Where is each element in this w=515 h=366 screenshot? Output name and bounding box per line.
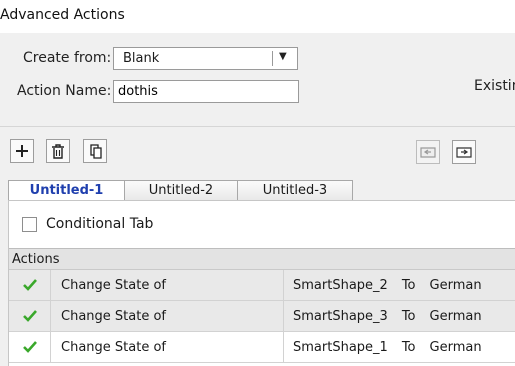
action-cell[interactable]: Change State of <box>51 270 284 300</box>
table-row[interactable]: Change State of SmartShape_2 To German <box>9 270 515 301</box>
check-icon <box>22 279 37 291</box>
copy-icon <box>89 143 102 159</box>
divider <box>0 126 515 127</box>
trash-icon <box>52 143 64 159</box>
plus-icon <box>16 145 28 157</box>
state-name: German <box>429 277 482 293</box>
to-keyword: To <box>401 277 416 293</box>
row-status <box>9 332 51 362</box>
to-keyword: To <box>401 339 416 355</box>
table-row[interactable]: Change State of SmartShape_1 To German <box>9 332 515 363</box>
export-icon <box>456 147 472 158</box>
window-title: Advanced Actions <box>0 7 125 23</box>
existing-actions-label: Existin <box>474 78 515 94</box>
chevron-down-icon[interactable]: ▼ <box>279 51 287 62</box>
delete-action-button[interactable] <box>46 139 70 163</box>
actions-header: Actions <box>9 248 515 270</box>
target-cell[interactable]: SmartShape_3 To German <box>284 301 515 331</box>
create-from-dropdown[interactable]: Blank ▼ <box>113 47 298 70</box>
action-name-label: Action Name: <box>17 83 112 99</box>
action-cell[interactable]: Change State of <box>51 332 284 362</box>
table-row[interactable]: Change State of SmartShape_3 To German <box>9 301 515 332</box>
tab-untitled-2[interactable]: Untitled-2 <box>124 180 238 201</box>
create-from-label: Create from: <box>23 50 112 66</box>
target-cell[interactable]: SmartShape_1 To German <box>284 332 515 362</box>
target-cell[interactable]: SmartShape_2 To German <box>284 270 515 300</box>
dropdown-separator <box>272 51 273 66</box>
row-status <box>9 301 51 331</box>
tab-untitled-1[interactable]: Untitled-1 <box>8 180 125 201</box>
add-action-button[interactable] <box>10 139 34 163</box>
check-icon <box>22 341 37 353</box>
to-keyword: To <box>401 308 416 324</box>
export-action-button[interactable] <box>452 140 476 164</box>
tab-untitled-3[interactable]: Untitled-3 <box>237 180 353 201</box>
create-from-value: Blank <box>123 51 160 66</box>
target-name: SmartShape_3 <box>293 308 388 324</box>
duplicate-action-button[interactable] <box>83 139 107 163</box>
state-name: German <box>429 308 482 324</box>
action-name-input[interactable] <box>113 80 299 103</box>
action-cell[interactable]: Change State of <box>51 301 284 331</box>
state-name: German <box>429 339 482 355</box>
check-icon <box>22 310 37 322</box>
import-action-button[interactable] <box>416 140 440 164</box>
conditional-tab-label: Conditional Tab <box>46 216 154 232</box>
row-status <box>9 270 51 300</box>
conditional-tab-checkbox[interactable] <box>22 217 37 232</box>
import-icon <box>420 147 436 158</box>
target-name: SmartShape_1 <box>293 339 388 355</box>
target-name: SmartShape_2 <box>293 277 388 293</box>
